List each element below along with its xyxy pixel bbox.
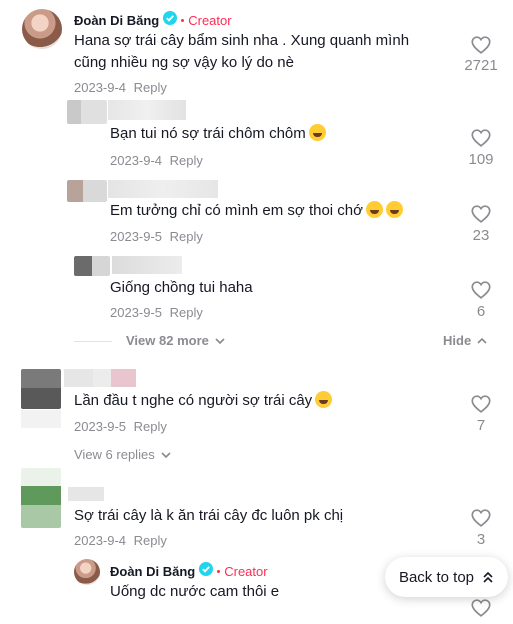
reply-date: 2023-9-4 [110,153,163,168]
dot-separator [217,570,221,573]
heart-icon [471,599,491,617]
reply-text-content: Em tưởng chỉ có mình em sợ thoi chớ [110,202,363,219]
author-name[interactable]: Đoàn Di Băng [110,564,195,579]
like-count: 2721 [464,57,498,74]
reply-header: Đoàn Di Băng Creator [110,562,268,581]
like-count: 109 [468,151,494,168]
reply-button[interactable]: Reply [170,229,203,244]
laughing-emoji-icon [308,124,326,141]
username-blurred [64,369,136,387]
reply-text: Em tưởng chỉ có mình em sợ thoi chớ [110,200,403,222]
like-button[interactable] [470,203,492,230]
view-more-label: View 82 more [126,333,209,348]
comment-text: Lần đầu t nghe có người sợ trái cây [74,390,333,412]
avatar[interactable] [21,468,61,528]
back-to-top-button[interactable]: Back to top [384,557,508,597]
comment-date: 2023-9-4 [74,533,127,548]
comment-text-line: Hana sợ trái cây bẩm sinh nha . Xung qua… [74,32,410,49]
reply-meta: 2023-9-5 Reply [110,229,203,244]
avatar[interactable] [67,180,107,202]
comment-date: 2023-9-5 [74,419,127,434]
comment-text-line: cũng nhiều ng sợ vậy ko lý do nè [74,54,294,71]
username-blurred [112,256,182,274]
avatar[interactable] [67,100,107,124]
reply-button[interactable]: Reply [170,153,203,168]
creator-badge: Creator [224,564,268,579]
hide-label: Hide [443,333,472,348]
reply-text: Bạn tui nó sợ trái chôm chôm [110,123,326,145]
comment-header: Đoàn Di Băng Creator [74,11,232,30]
verified-icon [163,11,178,30]
comment-text-content: Lần đầu t nghe có người sợ trái cây [74,392,313,409]
comment-date: 2023-9-4 [74,80,127,95]
laughing-emoji-icon [385,201,403,218]
comment-text: Hana sợ trái cây bẩm sinh nha . Xung qua… [74,30,434,74]
reply-meta: 2023-9-5 Reply [110,305,203,320]
comment-meta: 2023-9-4 Reply [74,533,167,548]
like-count: 6 [476,303,486,320]
comment-text: Sợ trái cây là k ăn trái cây đc luôn pk … [74,507,344,524]
comment-meta: 2023-9-4 Reply [74,80,167,95]
like-button[interactable] [470,127,492,154]
like-count: 23 [472,227,490,244]
chevron-up-icon [477,337,487,344]
verified-icon [199,562,214,581]
reply-button[interactable]: Reply [134,419,167,434]
reply-date: 2023-9-5 [110,305,163,320]
username-blurred [108,100,186,120]
heart-icon [471,281,491,299]
heart-icon [471,509,491,527]
laughing-emoji-icon [315,391,333,408]
avatar[interactable] [22,9,62,49]
reply-text: Giống chồng tui haha [110,279,253,296]
view-replies-label: View 6 replies [74,447,155,462]
like-count: 3 [476,531,486,548]
reply-button[interactable]: Reply [134,533,167,548]
heart-icon [471,395,491,413]
creator-badge: Creator [188,13,232,28]
comment-meta: 2023-9-5 Reply [74,419,167,434]
avatar-shadow [21,410,61,428]
like-button[interactable] [470,393,492,420]
like-button[interactable] [470,507,492,534]
view-replies-button[interactable]: View 6 replies [74,447,171,462]
like-button[interactable] [470,279,492,306]
reply-text: Uống dc nước cam thôi e [110,583,280,600]
reply-button[interactable]: Reply [134,80,167,95]
double-chevron-up-icon [483,571,493,583]
chevron-down-icon [215,337,225,344]
chevron-down-icon [161,451,171,458]
heart-icon [471,36,491,54]
heart-icon [471,129,491,147]
laughing-emoji-icon [365,201,383,218]
author-name[interactable]: Đoàn Di Băng [74,13,159,28]
back-to-top-label: Back to top [398,568,474,586]
reply-text-content: Bạn tui nó sợ trái chôm chôm [110,125,306,142]
reply-date: 2023-9-5 [110,229,163,244]
reply-button[interactable]: Reply [170,305,203,320]
avatar[interactable] [74,256,110,276]
avatar[interactable] [74,559,100,585]
like-count: 7 [476,417,486,434]
heart-icon [471,205,491,223]
hide-button[interactable]: Hide [443,333,487,348]
view-more-button[interactable]: View 82 more [126,333,225,348]
avatar[interactable] [21,369,61,409]
reply-meta: 2023-9-4 Reply [110,153,203,168]
username-blurred [108,180,218,198]
dot-separator [181,19,185,22]
like-button[interactable] [470,597,492,624]
username-blurred [68,487,104,501]
divider [74,341,112,342]
